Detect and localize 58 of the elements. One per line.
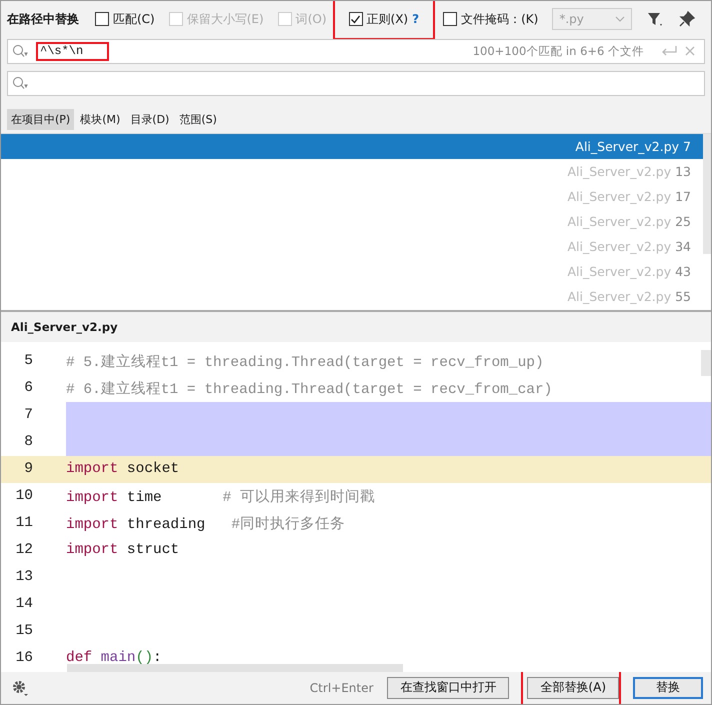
result-row[interactable]: Ali_Server_v2.py 55 bbox=[1, 284, 703, 309]
chevron-icon bbox=[615, 16, 626, 22]
search-icon bbox=[12, 76, 30, 90]
checkbox[interactable] bbox=[95, 12, 109, 26]
result-row[interactable]: Ali_Server_v2.py 34 bbox=[1, 234, 703, 259]
close-icon[interactable] bbox=[684, 45, 696, 58]
help-link[interactable]: ? bbox=[412, 12, 420, 26]
scope-tab[interactable]: 模块(M) bbox=[76, 108, 124, 130]
result-row[interactable]: Ali_Server_v2.py 13 bbox=[1, 158, 703, 184]
code-line: import time # 可以用来得到时间戳 bbox=[66, 488, 376, 506]
preview-file-name: Ali_Server_v2.py bbox=[11, 320, 118, 334]
line-number: 12 bbox=[14, 542, 34, 558]
action-button[interactable]: 全部替换(A) bbox=[527, 676, 619, 699]
result-row[interactable]: Ali_Server_v2.py 43 bbox=[1, 258, 703, 284]
line-number: 10 bbox=[14, 488, 34, 504]
scope-tab[interactable]: 在项目中(P) bbox=[7, 108, 74, 130]
scrollbar[interactable] bbox=[703, 134, 711, 254]
action-button[interactable]: 替换 bbox=[633, 676, 703, 699]
settings-icon[interactable] bbox=[11, 678, 29, 697]
line-number: 8 bbox=[23, 434, 34, 450]
code-line: import threading #同时执行多任务 bbox=[66, 515, 346, 533]
action-button[interactable]: 在查找窗口中打开 bbox=[387, 676, 510, 699]
filter-icon[interactable] bbox=[646, 10, 664, 28]
search-icon bbox=[12, 44, 30, 58]
shortcut-hint: Ctrl+Enter bbox=[310, 680, 374, 695]
option-label[interactable]: 文件掩码：(K) bbox=[461, 10, 538, 28]
line-number: 9 bbox=[23, 461, 34, 478]
line-number: 11 bbox=[14, 515, 34, 532]
line-number: 6 bbox=[23, 380, 34, 396]
checkbox[interactable] bbox=[443, 12, 458, 26]
code-line: def main(): bbox=[66, 650, 162, 666]
scope-tab[interactable]: 目录(D) bbox=[126, 108, 174, 130]
line-number: 13 bbox=[14, 569, 34, 586]
scrollbar[interactable] bbox=[701, 350, 711, 376]
result-row[interactable]: Ali_Server_v2.py 7 bbox=[1, 134, 703, 159]
scope-tab[interactable]: 范围(S) bbox=[175, 108, 221, 130]
option-label[interactable]: 匹配(C) bbox=[113, 10, 155, 28]
pin-icon[interactable] bbox=[678, 10, 696, 28]
line-number: 15 bbox=[14, 623, 34, 640]
line-number: 5 bbox=[23, 353, 34, 370]
code-line: import struct bbox=[66, 542, 180, 558]
code-line: # 6.建立线程t1 = threading.Thread(target = recv_from_car) bbox=[66, 380, 552, 398]
window-title: 在路径中替换 bbox=[7, 10, 79, 28]
replace-field[interactable] bbox=[7, 70, 705, 96]
line-number: 7 bbox=[23, 407, 34, 424]
result-row[interactable]: Ali_Server_v2.py 25 bbox=[1, 208, 703, 234]
match-count: 100+100个匹配 in 6+6 个文件 bbox=[472, 44, 644, 59]
scrollbar[interactable] bbox=[67, 664, 403, 672]
checkbox[interactable] bbox=[348, 12, 363, 26]
option-label[interactable]: 正则(X) bbox=[366, 10, 408, 28]
search-field[interactable]: ^\s*\n 100+100个匹配 in 6+6 个文件 bbox=[7, 39, 705, 64]
code-line: # 5.建立线程t1 = threading.Thread(target = recv_from_up) bbox=[66, 352, 544, 371]
code-line: import socket bbox=[66, 461, 180, 478]
line-number: 14 bbox=[14, 596, 34, 612]
line-number: 16 bbox=[14, 650, 34, 666]
enter-icon[interactable] bbox=[660, 45, 678, 58]
result-row[interactable]: Ali_Server_v2.py 17 bbox=[1, 184, 703, 209]
search-query: ^\s*\n bbox=[36, 42, 110, 61]
